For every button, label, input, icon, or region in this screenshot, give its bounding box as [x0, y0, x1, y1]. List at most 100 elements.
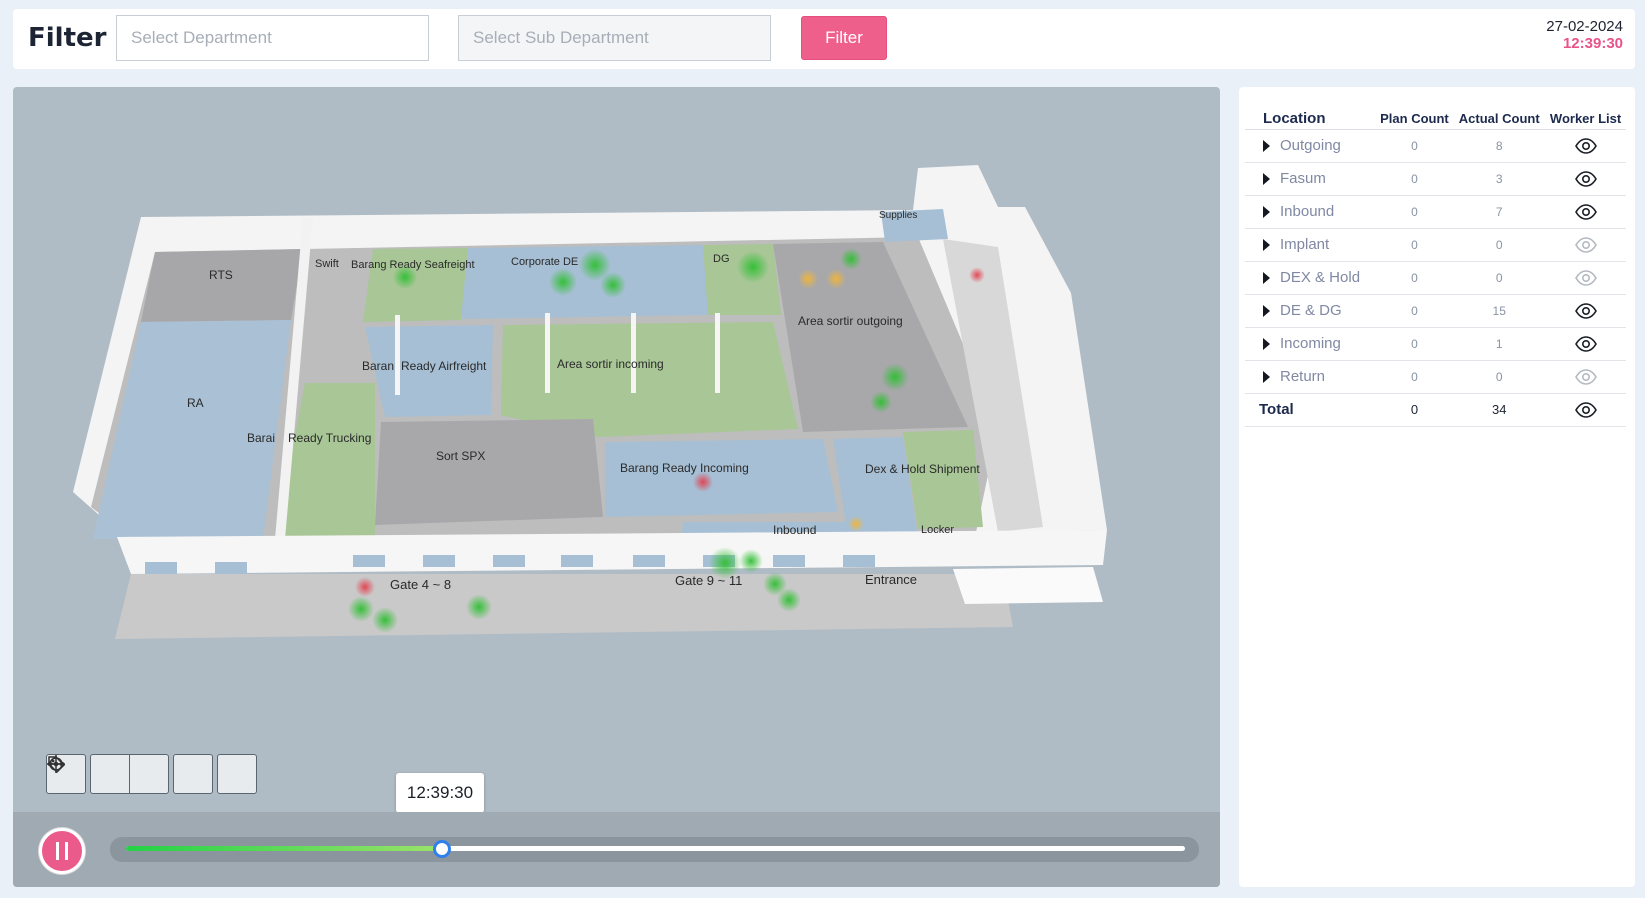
location-cell[interactable]: Return [1245, 360, 1376, 394]
eye-icon[interactable] [1574, 137, 1597, 154]
zone-label: Barang Ready Incoming [620, 461, 749, 475]
header-plan-count: Plan Count [1375, 109, 1454, 130]
table-row[interactable]: Fasum 0 3 [1245, 162, 1626, 196]
gate-label: Gate 4 ~ 8 [390, 577, 451, 592]
eye-icon[interactable] [1574, 368, 1597, 385]
filter-bar: Filter Select Department Select Sub Depa… [13, 9, 1635, 69]
zone-label: DG [713, 253, 730, 265]
zone-label: RTS [209, 268, 233, 282]
plan-count-cell: 0 [1375, 162, 1454, 196]
location-cell[interactable]: DE & DG [1245, 294, 1376, 328]
eye-icon[interactable] [1574, 203, 1597, 220]
eye-icon[interactable] [1574, 170, 1597, 187]
pillar [631, 313, 636, 393]
filter-title: Filter [28, 23, 107, 53]
zone-label: Ready Airfreight [401, 359, 487, 373]
location-name: Implant [1280, 236, 1330, 253]
total-plan: 0 [1375, 393, 1454, 427]
table-row[interactable]: DE & DG 0 15 [1245, 294, 1626, 328]
plan-count-cell: 0 [1375, 129, 1454, 163]
expand-triangle-icon[interactable] [1263, 338, 1270, 351]
expand-triangle-icon[interactable] [1263, 305, 1270, 318]
timeline-thumb[interactable] [432, 840, 451, 858]
eye-icon[interactable] [1574, 236, 1597, 253]
eye-icon[interactable] [1574, 401, 1597, 418]
zone-label: Sort SPX [436, 449, 485, 463]
zone-label: Inbound [773, 523, 816, 537]
zone-label: Baran [362, 359, 394, 373]
worker-list-cell [1545, 261, 1626, 295]
table-row[interactable]: Inbound 0 7 [1245, 195, 1626, 229]
actual-count-cell: 0 [1453, 360, 1546, 394]
entrance-block [953, 567, 1103, 604]
header-actual-count: Actual Count [1453, 109, 1546, 130]
pillar [395, 315, 400, 395]
more-icon[interactable] [47, 754, 257, 794]
zone-rts [141, 249, 303, 322]
worker-list-cell [1545, 228, 1626, 262]
warehouse-3d-map[interactable]: RTS Swift Barang Ready Seafreight Corpor… [13, 87, 1220, 812]
pillar [545, 313, 550, 393]
location-name: DE & DG [1280, 302, 1342, 319]
location-cell[interactable]: Fasum [1245, 162, 1376, 196]
header-worker-list: Worker List [1545, 109, 1626, 130]
sub-department-select[interactable]: Select Sub Department [458, 15, 771, 61]
table-row[interactable]: Return 0 0 [1245, 360, 1626, 394]
front-wall [117, 530, 1107, 574]
expand-triangle-icon[interactable] [1263, 173, 1270, 186]
actual-count-cell: 15 [1453, 294, 1546, 328]
expand-triangle-icon[interactable] [1263, 239, 1270, 252]
zone-label: Ready Trucking [288, 431, 371, 445]
total-worker-list [1545, 393, 1626, 427]
expand-triangle-icon[interactable] [1263, 371, 1270, 384]
location-cell[interactable]: DEX & Hold [1245, 261, 1376, 295]
zoom-out-icon[interactable] [48, 754, 130, 794]
location-cell[interactable]: Implant [1245, 228, 1376, 262]
plan-count-cell: 0 [1375, 261, 1454, 295]
zone-label: RA [187, 396, 204, 410]
expand-triangle-icon[interactable] [1263, 140, 1270, 153]
department-select[interactable]: Select Department [116, 15, 429, 61]
table-row[interactable]: Incoming 0 1 [1245, 327, 1626, 361]
pause-button[interactable] [39, 828, 85, 874]
zone-incoming-ready [605, 439, 838, 517]
plan-count-cell: 0 [1375, 228, 1454, 262]
zone-label: Corporate DE [511, 256, 578, 268]
expand-triangle-icon[interactable] [1263, 206, 1270, 219]
actual-count-cell: 1 [1453, 327, 1546, 361]
worker-list-cell [1545, 294, 1626, 328]
table-row[interactable]: DEX & Hold 0 0 [1245, 261, 1626, 295]
expand-triangle-icon[interactable] [1263, 272, 1270, 285]
eye-icon[interactable] [1574, 269, 1597, 286]
zone-label: Locker [921, 524, 954, 536]
location-cell[interactable]: Outgoing [1245, 129, 1376, 163]
total-actual: 34 [1453, 393, 1546, 427]
location-name: Fasum [1280, 170, 1326, 187]
location-panel: Location Plan Count Actual Count Worker … [1239, 87, 1635, 887]
timeline-slider[interactable] [110, 837, 1199, 862]
zoom-in-icon[interactable] [48, 754, 169, 794]
location-cell[interactable]: Incoming [1245, 327, 1376, 361]
zone-label: Supplies [879, 210, 917, 221]
worker-list-cell [1545, 129, 1626, 163]
eye-icon[interactable] [1574, 335, 1597, 352]
actual-count-cell: 3 [1453, 162, 1546, 196]
timeline-progress [126, 846, 442, 851]
worker-list-cell [1545, 360, 1626, 394]
tag-icon[interactable] [48, 754, 213, 794]
table-row[interactable]: Implant 0 0 [1245, 228, 1626, 262]
plan-count-cell: 0 [1375, 195, 1454, 229]
current-time: 12:39:30 [1562, 35, 1623, 52]
worker-list-cell [1545, 195, 1626, 229]
eye-icon[interactable] [1574, 302, 1597, 319]
floor-map[interactable]: RTS Swift Barang Ready Seafreight Corpor… [13, 87, 1220, 887]
table-row[interactable]: Outgoing 0 8 [1245, 129, 1626, 163]
location-cell[interactable]: Inbound [1245, 195, 1376, 229]
worker-list-cell [1545, 162, 1626, 196]
location-table: Location Plan Count Actual Count Worker … [1245, 109, 1626, 427]
zone-label: Area sortir outgoing [798, 314, 903, 328]
current-date: 27-02-2024 [1546, 18, 1623, 35]
location-name: DEX & Hold [1280, 269, 1361, 286]
filter-button[interactable]: Filter [801, 16, 887, 60]
location-name: Inbound [1280, 203, 1335, 220]
